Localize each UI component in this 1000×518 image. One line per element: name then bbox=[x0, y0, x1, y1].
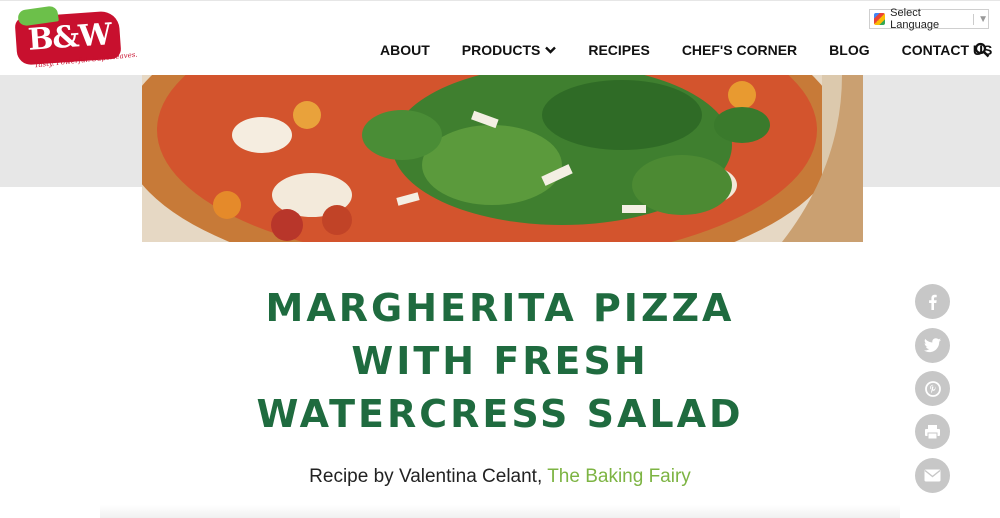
brand-logo[interactable]: B&W Tasty. Powerful. Superleaves. bbox=[14, 5, 138, 70]
chevron-down-icon bbox=[545, 46, 557, 54]
recipe-title-line-2: WITH FRESH bbox=[351, 339, 649, 383]
content-card-edge bbox=[100, 505, 900, 518]
byline-author-link[interactable]: The Baking Fairy bbox=[547, 466, 691, 487]
recipe-title: MARGHERITA PIZZA WITH FRESH WATERCRESS S… bbox=[200, 282, 800, 441]
nav-about[interactable]: ABOUT bbox=[380, 42, 430, 58]
email-icon bbox=[924, 469, 941, 482]
recipe-byline: Recipe by Valentina Celant, The Baking F… bbox=[200, 466, 800, 488]
facebook-icon bbox=[928, 294, 937, 310]
language-selector[interactable]: Select Language ▼ bbox=[869, 7, 989, 31]
nav-products-label: PRODUCTS bbox=[461, 42, 541, 58]
main-nav: ABOUT PRODUCTS RECIPES CHEF'S CORNER BLO… bbox=[380, 41, 1000, 59]
nav-chefs-corner-label: CHEF'S CORNER bbox=[681, 42, 798, 58]
language-selector-label: Select Language bbox=[890, 7, 940, 31]
nav-products[interactable]: PRODUCTS bbox=[462, 42, 557, 58]
share-email-button[interactable] bbox=[915, 458, 950, 493]
byline-text: Recipe by Valentina Celant, bbox=[309, 466, 548, 487]
hero-image bbox=[142, 75, 863, 242]
twitter-icon bbox=[924, 338, 941, 353]
nav-about-label: ABOUT bbox=[380, 42, 430, 58]
site-header: B&W Tasty. Powerful. Superleaves. Select… bbox=[0, 0, 1000, 75]
dropdown-arrow-icon: ▼ bbox=[973, 13, 988, 25]
pizza-photo bbox=[142, 75, 863, 242]
nav-blog[interactable]: BLOG bbox=[829, 42, 869, 58]
nav-blog-label: BLOG bbox=[829, 42, 870, 58]
nav-recipes-label: RECIPES bbox=[588, 42, 650, 58]
print-icon bbox=[925, 424, 940, 439]
google-icon bbox=[874, 13, 886, 25]
pinterest-icon bbox=[924, 380, 941, 397]
logo-text: B&W bbox=[26, 17, 113, 58]
share-facebook-button[interactable] bbox=[915, 284, 950, 319]
nav-chefs-corner[interactable]: CHEF'S CORNER bbox=[682, 42, 797, 58]
share-twitter-button[interactable] bbox=[915, 328, 950, 363]
search-icon[interactable] bbox=[974, 42, 990, 58]
nav-recipes[interactable]: RECIPES bbox=[588, 42, 649, 58]
recipe-title-line-3: WATERCRESS SALAD bbox=[256, 392, 744, 436]
recipe-title-line-1: MARGHERITA PIZZA bbox=[265, 286, 735, 330]
share-pinterest-button[interactable] bbox=[915, 371, 950, 406]
print-button[interactable] bbox=[915, 414, 950, 449]
